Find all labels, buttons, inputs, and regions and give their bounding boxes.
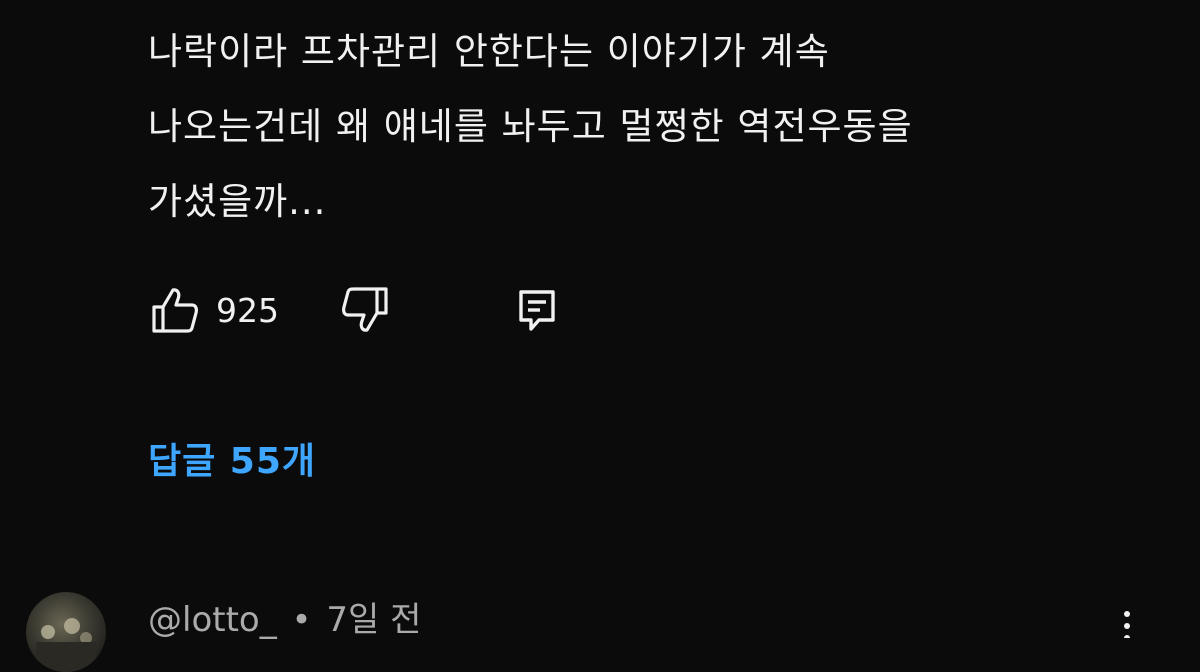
meta-separator: • xyxy=(291,600,312,640)
thumbs-down-icon xyxy=(342,287,388,332)
like-button[interactable] xyxy=(148,283,202,337)
reply-button[interactable] xyxy=(510,283,564,337)
view-replies-button[interactable]: 답글 55개 xyxy=(148,432,316,484)
next-comment: @lotto_ • 7일 전 xyxy=(0,580,1200,672)
dislike-button[interactable] xyxy=(338,283,392,337)
comment-text-line: 나오는건데 왜 얘네를 놔두고 멀쩡한 역전우동을 xyxy=(148,105,913,148)
avatar-image xyxy=(36,618,96,672)
more-actions-button[interactable] xyxy=(1112,608,1142,641)
thumbs-up-icon xyxy=(152,288,198,333)
comment-text-line: 나락이라 프차관리 안한다는 이야기가 계속 xyxy=(148,30,830,73)
author-handle[interactable]: @lotto_ xyxy=(148,600,277,640)
comment-timestamp[interactable]: 7일 전 xyxy=(326,600,421,640)
comment-body: 나락이라 프차관리 안한다는 이야기가 계속 나오는건데 왜 얘네를 놔두고 멀… xyxy=(148,14,1148,239)
comment-meta: @lotto_ • 7일 전 xyxy=(148,592,421,641)
more-vertical-icon xyxy=(1124,611,1130,641)
reply-comment-icon xyxy=(519,290,555,331)
like-count: 925 xyxy=(216,290,279,330)
avatar[interactable] xyxy=(26,592,106,672)
comment-text: 나락이라 프차관리 안한다는 이야기가 계속 나오는건데 왜 얘네를 놔두고 멀… xyxy=(148,14,1148,239)
comment-action-bar: 925 xyxy=(148,282,564,338)
comment-text-line: 가셨을까... xyxy=(148,180,327,223)
